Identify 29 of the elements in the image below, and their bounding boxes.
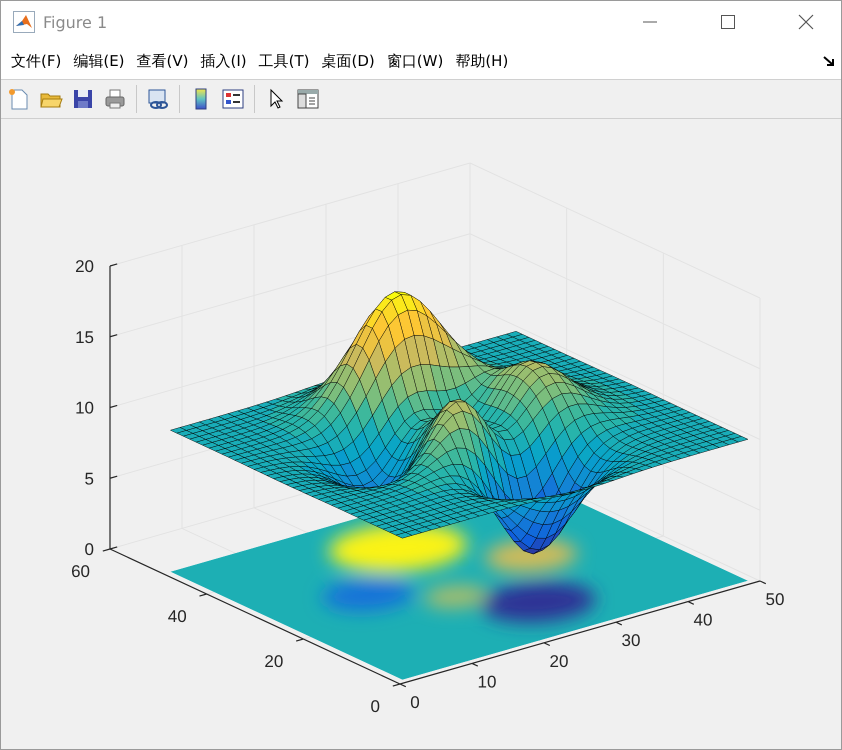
menu-item[interactable]: 插入(I) (194, 47, 253, 75)
menu-item[interactable]: 查看(V) (130, 47, 194, 75)
dock-arrow-icon[interactable] (823, 55, 835, 67)
menu-item[interactable]: 帮助(H) (449, 47, 514, 75)
menu-item[interactable]: 文件(F) (5, 47, 68, 75)
z-tick-label: 20 (75, 257, 94, 276)
x-tick-label: 40 (694, 610, 712, 630)
menu-item[interactable]: 工具(T) (252, 47, 316, 75)
x-tick-label: 50 (766, 590, 784, 609)
x-tick-label: 10 (478, 672, 496, 692)
x-tick-label: 0 (410, 693, 420, 712)
window-title: Figure 1 (43, 12, 108, 32)
z-tick-label: 10 (75, 398, 94, 418)
y-tick-label: 60 (71, 562, 90, 581)
y-tick-label: 0 (370, 697, 380, 716)
y-tick-label: 20 (264, 652, 284, 671)
y-tick-label: 40 (168, 607, 187, 626)
menu-item[interactable]: 窗口(W) (380, 47, 450, 75)
z-tick-label: 5 (84, 469, 94, 488)
close-icon (798, 14, 814, 30)
minimize-icon (643, 21, 657, 23)
x-tick-label: 20 (550, 652, 568, 671)
menu-item[interactable]: 桌面(D) (316, 47, 381, 75)
menu-item[interactable]: 编辑(E) (67, 47, 131, 75)
z-tick-label: 0 (84, 540, 94, 559)
z-tick-label: 15 (75, 328, 94, 347)
app-logo-icon (13, 11, 35, 33)
maximize-icon (721, 15, 735, 29)
x-tick-label: 30 (622, 631, 640, 650)
